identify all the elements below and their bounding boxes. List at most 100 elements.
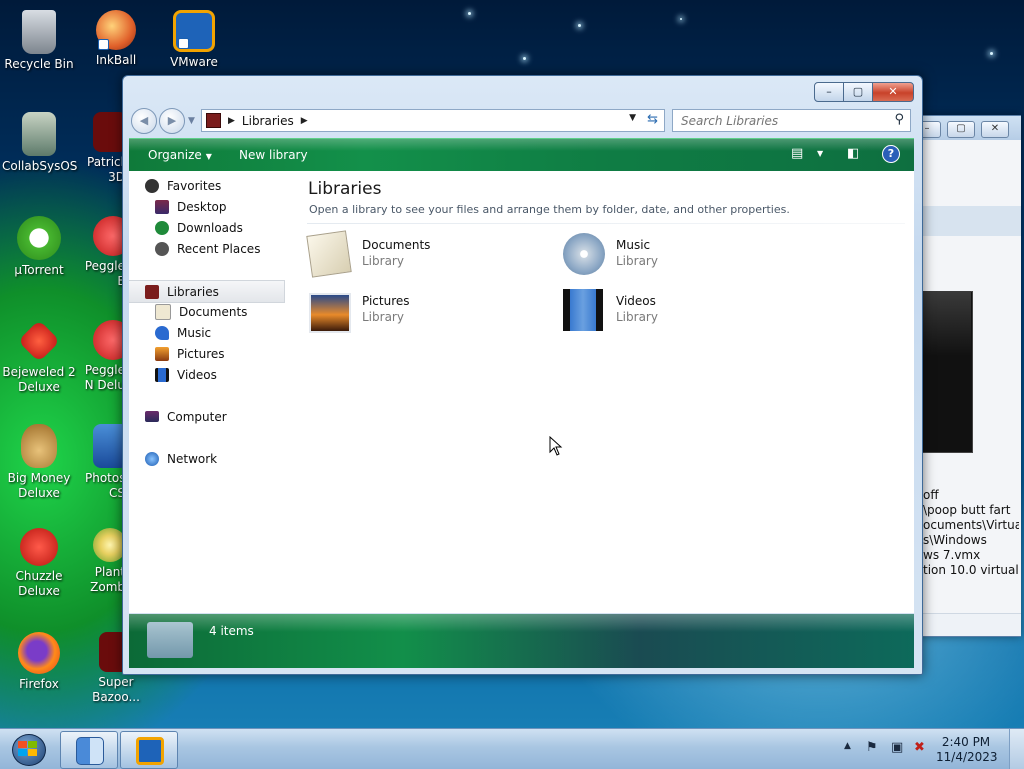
music-note-icon xyxy=(155,325,169,340)
libraries-icon xyxy=(145,284,159,299)
volume-muted-icon[interactable]: ✖ xyxy=(914,740,925,755)
close-button[interactable]: ✕ xyxy=(872,82,914,102)
chuzzle-icon xyxy=(20,528,58,566)
nav-item-computer[interactable]: Computer xyxy=(145,406,303,427)
document-icon xyxy=(155,303,171,320)
item-count: 4 items xyxy=(209,624,254,638)
desktop-icon-inkball[interactable]: InkBall xyxy=(79,10,153,68)
breadcrumb-libraries[interactable]: Libraries xyxy=(242,114,294,128)
library-item-pictures[interactable]: Pictures Library xyxy=(309,289,549,337)
desktop-icon-utorrent[interactable]: µTorrent xyxy=(2,216,76,278)
desktop-icon-peggle[interactable]: Peggle E xyxy=(79,216,125,289)
tray-expand-icon[interactable]: ▲ xyxy=(844,741,851,751)
organize-label: Organize xyxy=(148,148,202,162)
divider xyxy=(307,223,905,224)
library-item-documents[interactable]: Documents Library xyxy=(306,230,549,281)
clock[interactable]: 2:40 PM 11/4/2023 xyxy=(936,735,998,765)
library-type: Library xyxy=(362,254,404,268)
desktop-icon-chuzzle[interactable]: Chuzzle Deluxe xyxy=(2,528,76,599)
desktop-icon-recycle-bin[interactable]: Recycle Bin xyxy=(2,10,76,72)
page-title: Libraries xyxy=(308,179,382,199)
library-folder-icon xyxy=(147,622,193,658)
windows-flag-icon xyxy=(18,741,37,756)
desktop-icon-patrick[interactable]: Patrick 3D xyxy=(79,112,125,185)
nav-label: Libraries xyxy=(167,284,219,299)
title-buttons: – ▢ ✕ xyxy=(814,82,914,102)
explorer-window[interactable]: – ▢ ✕ ◀ ▶ ▼ ▶ Libraries ▶ ▼ ⇆ ⚲ Organize… xyxy=(122,75,923,675)
back-button[interactable]: ◀ xyxy=(131,108,157,134)
start-button[interactable] xyxy=(6,731,50,767)
desktop-icon-firefox[interactable]: Firefox xyxy=(2,632,76,692)
recent-places-icon xyxy=(155,241,169,256)
new-library-button[interactable]: New library xyxy=(239,148,308,162)
organize-button[interactable]: Organize ▼ xyxy=(148,148,212,162)
nav-item-libraries[interactable]: Libraries xyxy=(129,280,285,303)
minimize-button[interactable]: – xyxy=(814,82,844,102)
close-button[interactable]: ✕ xyxy=(981,121,1009,138)
taskbar-app-finder[interactable] xyxy=(60,731,118,769)
clock-time: 2:40 PM xyxy=(941,735,991,749)
refresh-icon[interactable]: ⇆ xyxy=(647,112,658,127)
desktop-icon xyxy=(155,199,169,214)
chevron-down-icon: ▼ xyxy=(205,152,212,161)
background-window-buttons: – ▢ ✕ xyxy=(913,121,1009,138)
desktop-icon-vmware[interactable]: VMware xyxy=(157,10,231,70)
background-window-text: off \poop butt fart ocuments\Virtua s\Wi… xyxy=(923,488,1019,578)
forward-button[interactable]: ▶ xyxy=(159,108,185,134)
library-item-videos[interactable]: Videos Library xyxy=(563,289,803,337)
desktop-icon-photoshop[interactable]: Photos CS xyxy=(79,424,125,501)
nav-item-favorites[interactable]: Favorites xyxy=(145,175,303,196)
navigation-buttons: ◀ ▶ ▼ xyxy=(131,108,195,134)
maximize-button[interactable]: ▢ xyxy=(947,121,975,138)
nav-item-network[interactable]: Network xyxy=(145,448,303,469)
vmware-icon xyxy=(136,737,164,765)
photoshop-icon xyxy=(93,424,125,468)
background-window-band xyxy=(921,206,1021,236)
library-type: Library xyxy=(616,310,658,324)
nav-label: Recent Places xyxy=(177,241,261,256)
view-options-icon[interactable]: ▤ xyxy=(791,146,803,161)
address-bar[interactable]: ▶ Libraries ▶ ▼ ⇆ xyxy=(201,109,665,132)
vmware-icon xyxy=(173,10,215,52)
taskbar-app-vmware[interactable] xyxy=(120,731,178,769)
chevron-down-icon[interactable]: ▼ xyxy=(817,149,823,158)
bejeweled-icon xyxy=(17,319,61,363)
navigation-pane: Favorites Desktop Downloads Recent Place… xyxy=(129,171,290,613)
pictures-library-icon xyxy=(309,293,351,333)
preview-pane-icon[interactable]: ◧ xyxy=(847,146,859,161)
nav-label: Network xyxy=(167,451,218,466)
page-subtitle: Open a library to see your files and arr… xyxy=(309,203,790,216)
finder-icon xyxy=(76,737,104,765)
wallpaper-star xyxy=(578,24,581,27)
chevron-right-icon[interactable]: ▶ xyxy=(301,116,308,126)
wallpaper-star xyxy=(523,57,526,60)
mouse-cursor-icon xyxy=(549,436,563,456)
action-center-flag-icon[interactable]: ⚑ xyxy=(866,740,878,755)
recent-pages-dropdown-icon[interactable]: ▼ xyxy=(188,116,195,126)
nav-label: Documents xyxy=(179,304,248,319)
library-name: Videos xyxy=(616,294,656,308)
nav-label: Computer xyxy=(167,409,227,424)
desktop-icon-plants-zombies[interactable]: Plant Zomb xyxy=(79,528,125,595)
show-desktop-button[interactable] xyxy=(1009,729,1024,769)
library-name: Pictures xyxy=(362,294,410,308)
search-icon[interactable]: ⚲ xyxy=(894,112,904,127)
search-box[interactable]: ⚲ xyxy=(672,109,911,132)
library-type: Library xyxy=(362,310,404,324)
maximize-button[interactable]: ▢ xyxy=(843,82,873,102)
network-icon[interactable]: ▣ xyxy=(891,740,903,755)
star-icon xyxy=(145,178,159,193)
library-type: Library xyxy=(616,254,658,268)
desktop-icon-bejeweled[interactable]: Bejeweled 2 Deluxe xyxy=(2,319,76,395)
desktop-icon-big-money[interactable]: Big Money Deluxe xyxy=(2,424,76,501)
help-icon[interactable]: ? xyxy=(882,145,900,163)
search-input[interactable] xyxy=(679,110,883,131)
peggle-icon xyxy=(93,320,125,360)
address-dropdown-icon[interactable]: ▼ xyxy=(629,113,636,123)
chevron-right-icon[interactable]: ▶ xyxy=(228,116,235,126)
utorrent-icon xyxy=(17,216,61,260)
clock-date: 11/4/2023 xyxy=(936,750,998,764)
desktop-icon-collabsysos[interactable]: CollabSysOS xyxy=(2,112,77,174)
desktop-icon-peggle-nights[interactable]: Peggle N Delu xyxy=(79,320,125,393)
library-item-music[interactable]: Music Library xyxy=(563,233,803,281)
